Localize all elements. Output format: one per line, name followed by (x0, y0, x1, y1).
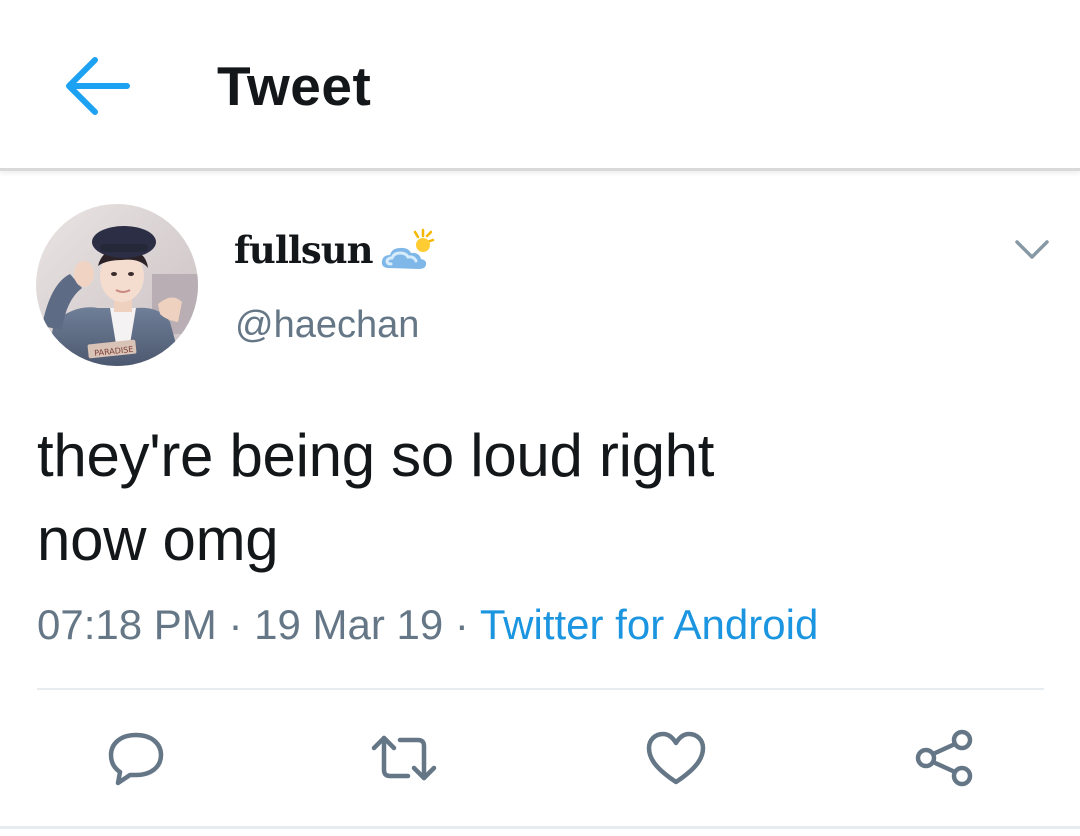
share-icon (915, 729, 973, 787)
app-header: Tweet (0, 0, 1080, 171)
tweet-menu-button[interactable] (1006, 226, 1058, 274)
reply-icon (108, 732, 164, 786)
bottom-divider (0, 826, 1080, 829)
back-button[interactable] (48, 44, 144, 128)
arrow-left-icon (66, 57, 130, 115)
tweet-source-link[interactable]: Twitter for Android (480, 601, 818, 648)
retweet-button[interactable] (364, 722, 444, 794)
chevron-down-icon (1015, 240, 1049, 259)
divider (37, 688, 1044, 690)
heart-icon (646, 731, 706, 785)
sun-behind-cloud-icon (379, 228, 437, 276)
page-title: Tweet (217, 55, 372, 117)
tweet-text-line: they're being so loud right (37, 422, 715, 489)
tweet-date: 19 Mar 19 (254, 601, 444, 648)
display-name[interactable]: fullsun (234, 228, 374, 272)
tweet-meta: 07:18 PM · 19 Mar 19 · Twitter for Andro… (37, 600, 818, 650)
reply-button[interactable] (96, 722, 176, 794)
avatar[interactable]: PARADISE (36, 204, 198, 366)
tweet-time: 07:18 PM (37, 601, 217, 648)
tweet-text: they're being so loud right now omg (37, 414, 1037, 582)
meta-separator: · (454, 601, 469, 648)
meta-separator: · (228, 601, 243, 648)
user-handle[interactable]: @haechan (235, 302, 419, 348)
retweet-icon (371, 735, 437, 781)
share-button[interactable] (904, 722, 984, 794)
tweet-text-line: now omg (37, 506, 279, 573)
like-button[interactable] (636, 722, 716, 794)
